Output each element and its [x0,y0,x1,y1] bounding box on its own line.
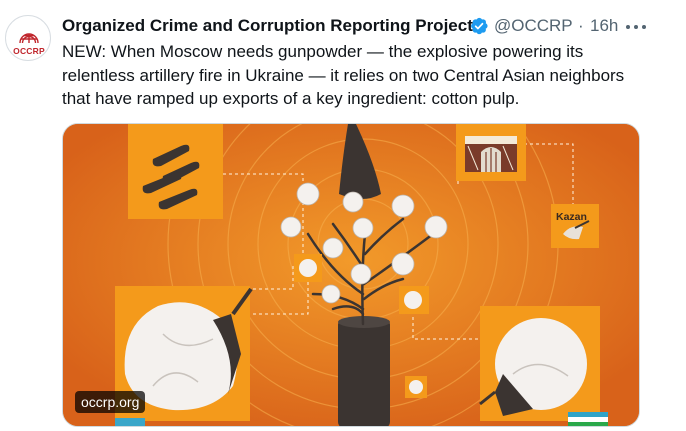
timestamp[interactable]: 16h [590,14,618,38]
watermark-label: occrp.org [75,391,146,413]
cotton-right-panel [479,306,600,421]
more-options-icon[interactable] [624,14,648,38]
tweet-text: NEW: When Moscow needs gunpowder — the e… [62,42,625,108]
avatar-label: OCCRP [13,46,45,56]
tweet-media-image[interactable]: Kazan occrp.org [62,123,640,427]
display-name[interactable]: Organized Crime and Corruption Reporting… [62,14,473,38]
tweet-header: Organized Crime and Corruption Reporting… [62,14,662,38]
cotton-gunpowder-illustration [63,124,639,426]
separator-dot: · [578,16,584,35]
kazan-label: Kazan [556,211,587,223]
verified-badge-icon[interactable] [469,16,489,36]
bullets-panel [128,124,223,219]
tweet[interactable]: OCCRP Organized Crime and Corruption Rep… [0,0,686,431]
building-panel [456,124,526,181]
avatar[interactable]: OCCRP [5,15,51,61]
user-handle[interactable]: @OCCRP [494,14,573,38]
